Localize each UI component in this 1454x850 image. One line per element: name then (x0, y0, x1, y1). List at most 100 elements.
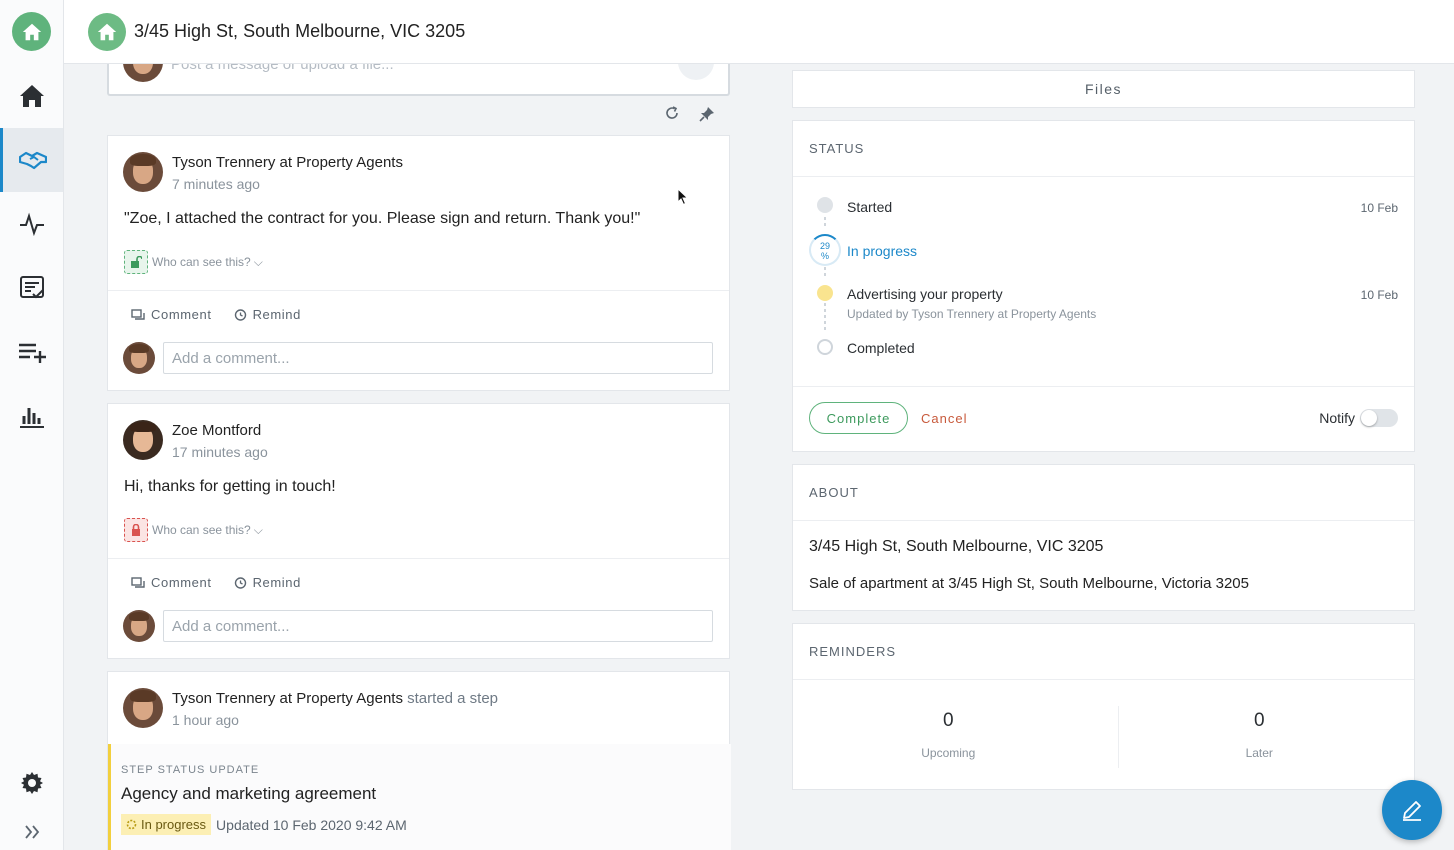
post-author[interactable]: Zoe Montford (172, 422, 261, 439)
comment-button[interactable]: Comment (131, 575, 212, 590)
avatar (123, 342, 155, 374)
post-author-name[interactable]: Tyson Trennery at Property Agents (172, 690, 403, 707)
edit-icon (1403, 801, 1421, 821)
step-label: Completed (847, 340, 915, 356)
status-badge-label: In progress (141, 817, 207, 832)
step-sub: Updated by Tyson Trennery at Property Ag… (847, 307, 1097, 321)
visibility-label: Who can see this? (152, 523, 251, 537)
notify-control: Notify (1319, 402, 1398, 434)
handshake-icon (19, 151, 47, 170)
post-body: "Zoe, I attached the contract for you. P… (124, 210, 641, 227)
remind-label: Remind (252, 575, 301, 590)
post-actions: Comment Remind (131, 575, 301, 590)
nav-home[interactable] (0, 64, 63, 128)
nav-tasks[interactable] (0, 256, 63, 320)
notify-label: Notify (1319, 410, 1355, 426)
app-logo[interactable] (12, 12, 51, 51)
feed-post: Tyson Trennery at Property Agents 7 minu… (107, 135, 730, 391)
page-header: 3/45 High St, South Melbourne, VIC 3205 (64, 0, 1454, 64)
status-panel: STATUS Started 10 Feb 29 % In progress A… (792, 120, 1415, 452)
spinner-icon (126, 819, 137, 830)
notify-toggle[interactable] (1360, 409, 1398, 427)
step-label: In progress (847, 243, 918, 259)
step-status-update[interactable]: STEP STATUS UPDATE Agency and marketing … (108, 744, 731, 850)
visibility-dropdown[interactable]: Who can see this? ⌵ (124, 518, 263, 542)
add-list-icon (18, 343, 46, 363)
avatar (123, 64, 163, 82)
mouse-cursor-icon (677, 188, 689, 206)
status-heading: STATUS (793, 121, 1414, 177)
comment-label: Comment (151, 307, 212, 322)
step-date: 10 Feb (1360, 201, 1398, 215)
post-time: 17 minutes ago (172, 444, 268, 460)
reminders-later[interactable]: 0 Later (1104, 680, 1415, 790)
avatar (123, 420, 163, 460)
avatar (123, 688, 163, 728)
comment-row (123, 610, 713, 642)
step-title: Agency and marketing agreement (121, 784, 377, 803)
gear-icon (20, 772, 43, 794)
later-count: 0 (1253, 710, 1265, 731)
avatar (123, 610, 155, 642)
reminders-upcoming[interactable]: 0 Upcoming (793, 680, 1104, 790)
composer-placeholder[interactable]: Post a message or upload a file... (171, 64, 394, 73)
nav-activity[interactable] (0, 192, 63, 256)
composer-attach-button[interactable] (678, 64, 714, 80)
compose-fab-button[interactable] (1382, 780, 1442, 840)
timeline-connector (824, 303, 826, 331)
comment-label: Comment (151, 575, 212, 590)
files-label: Files (1084, 81, 1123, 97)
nav-reports[interactable] (0, 384, 63, 448)
visibility-dropdown[interactable]: Who can see this? ⌵ (124, 250, 263, 274)
status-badge: In progress (121, 814, 212, 835)
feed-tools (665, 106, 715, 122)
reminders-panel: REMINDERS 0 Upcoming 0 Later (792, 623, 1415, 790)
comment-input[interactable] (163, 610, 713, 642)
files-tab[interactable]: Files (792, 70, 1415, 108)
nav-expand[interactable] (0, 800, 63, 850)
remind-button[interactable]: Remind (234, 307, 301, 322)
step-label: Advertising your property (847, 286, 1003, 302)
property-avatar (88, 12, 126, 51)
complete-button[interactable]: Complete (809, 402, 908, 434)
pin-icon[interactable] (699, 106, 715, 122)
step-dot (817, 339, 833, 355)
about-address: 3/45 High St, South Melbourne, VIC 3205 (809, 538, 1104, 555)
refresh-icon[interactable] (665, 106, 679, 120)
message-composer[interactable]: Post a message or upload a file... (107, 64, 730, 96)
post-body: Hi, thanks for getting in touch! (124, 478, 336, 495)
post-action: started a step (407, 690, 499, 707)
post-author: Tyson Trennery at Property Agents starte… (172, 690, 498, 707)
alarm-icon (234, 577, 246, 589)
timeline-connector (824, 217, 826, 229)
step-dot (817, 197, 833, 213)
remind-button[interactable]: Remind (234, 575, 301, 590)
step-date: 10 Feb (1360, 288, 1398, 302)
later-label: Later (1245, 746, 1273, 760)
step-label: Started (847, 199, 893, 215)
nav-add-list[interactable] (0, 320, 63, 384)
about-panel: ABOUT 3/45 High St, South Melbourne, VIC… (792, 464, 1415, 611)
cancel-button[interactable]: Cancel (921, 402, 967, 434)
upcoming-count: 0 (942, 710, 954, 731)
progress-percent: 29 (819, 241, 830, 251)
about-heading: ABOUT (793, 465, 1414, 521)
step-update-label: STEP STATUS UPDATE (121, 764, 260, 776)
visibility-label: Who can see this? (152, 255, 251, 269)
nav-deals[interactable] (0, 128, 63, 192)
reminders-heading: REMINDERS (793, 624, 1414, 680)
alarm-icon (234, 309, 246, 321)
about-description: Sale of apartment at 3/45 High St, South… (809, 575, 1249, 592)
feed-post: Zoe Montford 17 minutes ago Hi, thanks f… (107, 403, 730, 659)
step-status: In progress Updated 10 Feb 2020 9:42 AM (121, 814, 407, 835)
post-time: 1 hour ago (172, 712, 239, 728)
comment-input[interactable] (163, 342, 713, 374)
comment-button[interactable]: Comment (131, 307, 212, 322)
home-logo-icon (22, 23, 41, 40)
step-dot (817, 285, 833, 301)
unlock-icon (124, 250, 148, 274)
post-author[interactable]: Tyson Trennery at Property Agents (172, 154, 403, 171)
page-title: 3/45 High St, South Melbourne, VIC 3205 (134, 21, 466, 41)
upcoming-label: Upcoming (921, 746, 976, 760)
expand-icon (24, 825, 39, 839)
